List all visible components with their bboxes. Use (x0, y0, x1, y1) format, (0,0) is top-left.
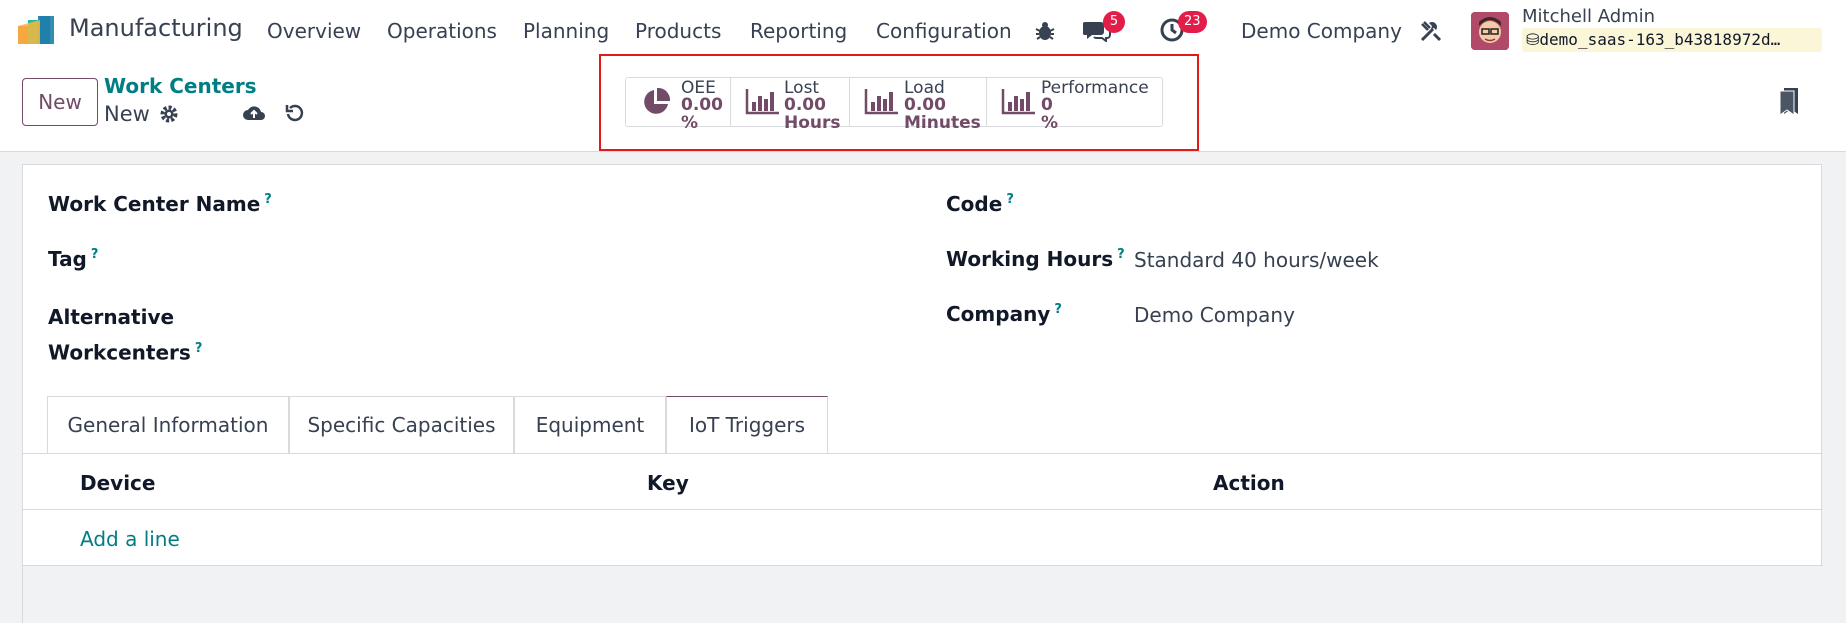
help-tooltip-icon[interactable]: ? (1006, 192, 1014, 207)
work-center-name-label: Work Center Name? (48, 192, 272, 216)
alternative-workcenters-label: Alternative Workcenters? (48, 305, 203, 365)
tab-specific-capacities[interactable]: Specific Capacities (289, 396, 514, 453)
top-navbar: Manufacturing Overview Operations Planni… (0, 0, 1846, 62)
tab-general-information[interactable]: General Information (47, 396, 289, 453)
column-header-device[interactable]: Device (80, 471, 155, 495)
user-name[interactable]: Mitchell Admin (1522, 6, 1655, 27)
messages-badge: 5 (1103, 11, 1125, 33)
company-switcher[interactable]: Demo Company (1241, 19, 1402, 43)
gear-icon[interactable] (159, 104, 179, 124)
database-name: ⛁demo_saas-163_b43818972d… (1522, 28, 1822, 52)
table-empty-row (23, 566, 1823, 623)
add-line-link[interactable]: Add a line (80, 527, 180, 551)
form-sheet: Work Center Name? Tag? Alternative Workce… (22, 164, 1823, 623)
tools-icon[interactable] (1419, 19, 1443, 43)
knowledge-bookmark-icon[interactable] (1778, 86, 1800, 116)
new-button[interactable]: New (22, 78, 98, 126)
tag-label: Tag? (48, 247, 99, 271)
activities-badge: 23 (1178, 11, 1207, 33)
annotation-highlight-box (599, 54, 1199, 151)
help-tooltip-icon[interactable]: ? (91, 247, 99, 262)
column-header-action[interactable]: Action (1213, 471, 1285, 495)
menu-overview[interactable]: Overview (267, 19, 361, 43)
column-header-key[interactable]: Key (647, 471, 689, 495)
user-avatar-face-icon (1471, 12, 1509, 50)
discard-undo-icon[interactable] (284, 102, 306, 124)
code-label: Code? (946, 192, 1014, 216)
company-field[interactable]: Demo Company (1134, 303, 1295, 327)
company-label: Company? (946, 302, 1062, 326)
help-tooltip-icon[interactable]: ? (195, 341, 203, 356)
menu-configuration[interactable]: Configuration (876, 19, 1012, 43)
app-title[interactable]: Manufacturing (69, 14, 243, 42)
menu-planning[interactable]: Planning (523, 19, 609, 43)
tab-iot-triggers[interactable]: IoT Triggers (666, 396, 828, 454)
help-tooltip-icon[interactable]: ? (1117, 247, 1125, 262)
table-header-divider (23, 509, 1823, 510)
breadcrumb-current: New (104, 102, 150, 126)
working-hours-field[interactable]: Standard 40 hours/week (1134, 248, 1379, 272)
debug-bug-icon[interactable] (1034, 20, 1056, 42)
database-icon: ⛁ (1526, 30, 1540, 49)
manufacturing-app-icon[interactable] (18, 16, 58, 44)
tabs-divider (23, 453, 1823, 454)
help-tooltip-icon[interactable]: ? (264, 192, 272, 207)
menu-operations[interactable]: Operations (387, 19, 497, 43)
tab-equipment[interactable]: Equipment (514, 396, 666, 453)
breadcrumb-work-centers[interactable]: Work Centers (104, 74, 257, 98)
menu-products[interactable]: Products (635, 19, 721, 43)
working-hours-label: Working Hours? (946, 247, 1125, 271)
menu-reporting[interactable]: Reporting (750, 19, 847, 43)
user-avatar[interactable] (1471, 12, 1509, 50)
help-tooltip-icon[interactable]: ? (1054, 302, 1062, 317)
save-cloud-icon[interactable] (242, 102, 266, 124)
